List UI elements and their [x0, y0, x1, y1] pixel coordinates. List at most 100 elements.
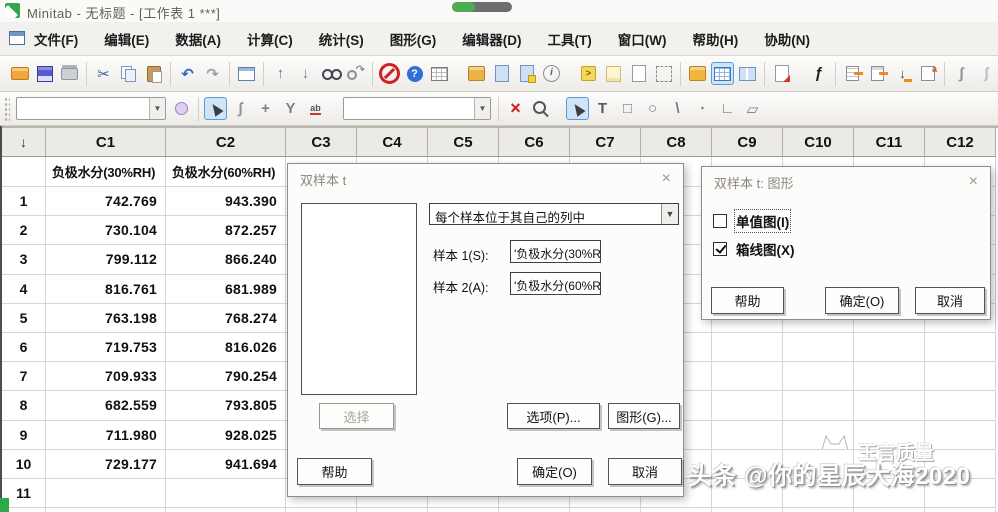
annotation-polygon-icon[interactable]: ▱ [741, 97, 764, 120]
cell-C2-row10[interactable]: 941.694 [166, 449, 286, 479]
probability-curve-icon[interactable]: ∫ [975, 62, 998, 85]
cell-C9-row9[interactable] [712, 420, 783, 450]
close-icon[interactable]: × [662, 171, 671, 187]
row-number[interactable]: 6 [2, 332, 46, 363]
cell-C9-row6[interactable] [712, 332, 783, 363]
cell-C1-row8[interactable]: 682.559 [46, 391, 166, 421]
copy-icon[interactable] [117, 62, 140, 85]
annotation-polyline-icon[interactable]: ∟ [716, 97, 739, 120]
cell-C11-row7[interactable] [854, 362, 925, 392]
crosshair-icon[interactable]: + [254, 97, 277, 120]
column-header-C2[interactable]: C2 [166, 128, 286, 157]
annotation-ellipse-icon[interactable]: ○ [641, 97, 664, 120]
row-number[interactable]: 10 [2, 449, 46, 479]
cell-C7-row12[interactable] [570, 508, 641, 512]
cell-C1-row12[interactable] [46, 508, 166, 512]
menu-item-6[interactable]: 图形(G) [390, 29, 437, 49]
cell-C1-row3[interactable]: 799.112 [46, 245, 166, 275]
boxplot-label[interactable]: 箱线图(X) [736, 239, 795, 259]
column-header-C4[interactable]: C4 [357, 128, 428, 157]
child-window-icon[interactable] [9, 31, 25, 45]
menu-item-8[interactable]: 工具(T) [548, 29, 592, 49]
cell-C1-row11[interactable] [46, 478, 166, 509]
cancel-button[interactable]: 取消 [915, 287, 985, 314]
cell-C1-row1[interactable]: 742.769 [46, 187, 166, 217]
cell-C11-row12[interactable] [854, 508, 925, 512]
chevron-down-icon[interactable]: ▼ [149, 98, 165, 119]
annotation-select-icon[interactable] [566, 97, 589, 120]
open-file-icon[interactable] [8, 62, 31, 85]
samples-layout-dropdown[interactable]: 每个样本位于其自己的列中 ▼ [429, 203, 679, 225]
annotation-text-icon[interactable]: T [591, 97, 614, 120]
cell-C9-row12[interactable] [712, 508, 783, 512]
find-next-icon[interactable] [344, 62, 367, 85]
menu-item-10[interactable]: 帮助(H) [692, 29, 738, 49]
show-related-docs-icon[interactable] [627, 62, 650, 85]
cell-C10-row8[interactable] [783, 391, 854, 421]
delete-item-icon[interactable]: × [504, 97, 527, 120]
cancel-icon[interactable] [378, 62, 401, 85]
menu-item-1[interactable]: 文件(F) [34, 29, 78, 49]
options-button[interactable]: 选项(P)... [507, 403, 600, 429]
cell-C2-row3[interactable]: 866.240 [166, 245, 286, 275]
column-header-C6[interactable]: C6 [499, 128, 570, 157]
cell-C2-row4[interactable]: 681.989 [166, 274, 286, 304]
row-number[interactable]: 9 [2, 420, 46, 450]
graph-annotation-icon[interactable] [652, 62, 675, 85]
manage-graphs-icon[interactable] [736, 62, 759, 85]
annotation-line-icon[interactable]: \ [666, 97, 689, 120]
worksheet-window-icon[interactable] [711, 62, 734, 85]
close-all-graphs-icon[interactable] [770, 62, 793, 85]
show-history-icon[interactable] [577, 62, 600, 85]
column-header-C10[interactable]: C10 [783, 128, 854, 157]
chevron-down-icon[interactable]: ▼ [474, 98, 490, 119]
cell-C1-row5[interactable]: 763.198 [46, 303, 166, 333]
column-header-C7[interactable]: C7 [570, 128, 641, 157]
toolbar-drag-handle[interactable] [4, 96, 10, 121]
cell-C8-row12[interactable] [641, 508, 712, 512]
cell-C9-row7[interactable] [712, 362, 783, 392]
brush-points-icon[interactable]: Y [279, 97, 302, 120]
next-command-icon[interactable]: ↓ [294, 62, 317, 85]
cell-C9-row8[interactable] [712, 391, 783, 421]
previous-command-icon[interactable]: ↑ [269, 62, 292, 85]
title-bar[interactable]: Minitab - 无标题 - [工作表 1 ***] [0, 0, 998, 22]
cell-C2-row6[interactable]: 816.026 [166, 332, 286, 363]
cell-C2-row1[interactable]: 943.390 [166, 187, 286, 217]
graphs-button[interactable]: 图形(G)... [608, 403, 680, 429]
menu-item-3[interactable]: 数据(A) [175, 29, 221, 49]
cell-C2-row5[interactable]: 768.274 [166, 303, 286, 333]
ok-button[interactable]: 确定(O) [517, 458, 592, 485]
cell-C6-row12[interactable] [499, 508, 570, 512]
zoom-icon[interactable] [529, 97, 552, 120]
worksheet-direction-arrow[interactable]: ↓ [2, 128, 46, 157]
cell-C11-row6[interactable] [854, 332, 925, 363]
distribution-curve-icon[interactable]: ∫ [950, 62, 973, 85]
cell-C5-row12[interactable] [428, 508, 499, 512]
formula-column-icon[interactable] [866, 62, 889, 85]
edit-curve-icon[interactable]: ∫ [229, 97, 252, 120]
select-mode-icon[interactable] [204, 97, 227, 120]
menu-item-2[interactable]: 编辑(E) [104, 29, 149, 49]
cell-C12-row8[interactable] [925, 391, 996, 421]
annotation-marker-icon[interactable]: ∙ [691, 97, 714, 120]
cell-C1-row7[interactable]: 709.933 [46, 362, 166, 392]
show-info-icon[interactable] [540, 62, 563, 85]
show-session-folder-icon[interactable] [465, 62, 488, 85]
cancel-button[interactable]: 取消 [608, 458, 682, 485]
cell-C1-row2[interactable]: 730.104 [46, 216, 166, 246]
column-header-C9[interactable]: C9 [712, 128, 783, 157]
individual-value-plot-label[interactable]: 单值图(I) [733, 209, 792, 233]
cell-C2-row2[interactable]: 872.257 [166, 216, 286, 246]
column-header-C3[interactable]: C3 [286, 128, 357, 157]
close-icon[interactable]: × [969, 174, 978, 190]
cell-C12-row9[interactable] [925, 420, 996, 450]
column-header-C8[interactable]: C8 [641, 128, 712, 157]
cut-icon[interactable]: ✂ [92, 62, 115, 85]
row-number[interactable]: 5 [2, 303, 46, 333]
apply-style-icon[interactable] [170, 97, 193, 120]
cell-C10-row7[interactable] [783, 362, 854, 392]
show-graphs-folder-icon[interactable] [515, 62, 538, 85]
edit-last-dialog-icon[interactable] [235, 62, 258, 85]
cell-C3-row12[interactable] [286, 508, 357, 512]
